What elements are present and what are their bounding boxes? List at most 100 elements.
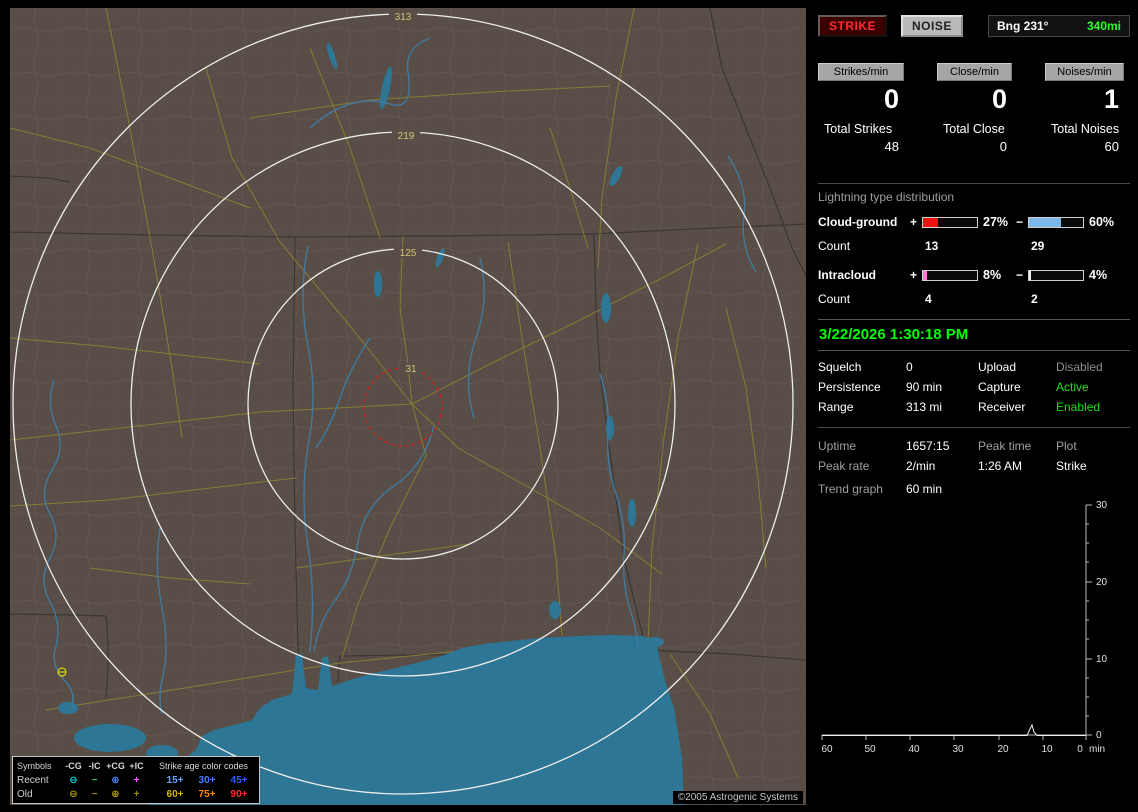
persistence-value: 90 min	[906, 380, 943, 394]
trend-strike-trace	[822, 723, 1086, 736]
peak-time-label: Peak time	[978, 439, 1032, 453]
total-close-label: Total Close	[943, 122, 1005, 136]
rate-headers: Strikes/min Close/min Noises/min	[818, 63, 1130, 81]
strikes-per-min-header: Strikes/min	[818, 63, 904, 81]
status-panel: STRIKE NOISE Bng 231° 340mi Strikes/min …	[818, 0, 1130, 812]
intracloud-row: Intracloud + 8% − 4%	[818, 268, 1130, 282]
peak-rate-label: Peak rate	[818, 459, 870, 473]
cloud-ground-row: Cloud-ground + 27% − 60%	[818, 215, 1130, 229]
count-label: Count	[818, 292, 851, 306]
noise-tab[interactable]: NOISE	[901, 15, 963, 37]
capture-label: Capture	[978, 380, 1021, 394]
total-values: 48 0 60	[818, 139, 1130, 154]
upload-label: Upload	[978, 360, 1017, 374]
cg-minus-bar-fill	[1029, 217, 1062, 227]
strikes-per-min-value: 0	[883, 84, 899, 114]
legend-age-header: Strike age color codes	[159, 761, 249, 771]
legend-symbol-ic-plus-recent: +	[133, 774, 140, 786]
ic-minus-count: 2	[1031, 292, 1038, 306]
legend-age-30: 30+	[198, 774, 216, 786]
peak-rate-value: 2/min	[906, 459, 936, 473]
x-tick-0: 0	[1077, 744, 1083, 755]
legend-type-header: -CG	[65, 761, 82, 771]
total-strikes-value: 48	[884, 139, 899, 154]
legend-row-label: Recent	[17, 774, 49, 786]
range-label-219: 219	[398, 131, 415, 142]
trend-window-value: 60 min	[906, 482, 943, 496]
ic-plus-bar	[922, 269, 978, 281]
total-close-value: 0	[999, 139, 1007, 154]
cloud-ground-count-row: Count 13 29	[818, 239, 1130, 253]
cloud-ground-label: Cloud-ground	[818, 215, 898, 229]
capture-status: Active	[1056, 380, 1089, 394]
ic-minus-bar	[1028, 269, 1084, 281]
peak-time-value: 1:26 AM	[978, 459, 1023, 473]
plus-sign: +	[910, 268, 918, 282]
x-tick-40: 40	[908, 744, 920, 755]
trend-graph: 30 20 10 0 60 50 40 30 20 10 0 min	[821, 500, 1108, 755]
count-label: Count	[818, 239, 851, 253]
legend-symbol-cg-minus-old: ⊖	[69, 788, 78, 800]
upload-status: Disabled	[1056, 360, 1103, 374]
rate-values: 0 0 1	[818, 85, 1130, 113]
bearing-display: Bng 231° 340mi	[988, 15, 1130, 37]
legend-symbol-ic-minus-old: −	[91, 788, 98, 800]
bearing-range: 340mi	[1086, 19, 1121, 33]
squelch-value: 0	[906, 360, 913, 374]
legend-symbol-cg-minus-recent: ⊖	[69, 774, 78, 786]
total-labels: Total Strikes Total Close Total Noises	[818, 122, 1130, 136]
legend-type-header: -IC	[88, 761, 101, 771]
y-tick-0: 0	[1096, 730, 1102, 741]
legend-row-label: Old	[17, 788, 33, 800]
x-tick-30: 30	[952, 744, 964, 755]
persistence-label: Persistence	[818, 380, 881, 394]
receiver-status: Enabled	[1056, 400, 1101, 414]
app-window: 313 219 125 31 Symbols -CG -IC +CG +IC S…	[0, 0, 1138, 812]
plot-value: Strike	[1056, 459, 1087, 473]
divider	[818, 183, 1130, 184]
strike-tab[interactable]: STRIKE	[818, 15, 888, 37]
minus-sign: −	[1016, 215, 1024, 229]
legend-symbol-cg-plus-old: ⊕	[111, 788, 120, 800]
minus-sign: −	[1016, 268, 1024, 282]
y-tick-20: 20	[1096, 577, 1108, 588]
trend-graph-label: Trend graph	[818, 482, 883, 496]
noises-per-min-value: 1	[1103, 84, 1119, 114]
squelch-label: Squelch	[818, 360, 862, 374]
legend-symbols-header: Symbols	[17, 761, 52, 771]
x-tick-20: 20	[997, 744, 1009, 755]
bearing-label: Bng 231°	[997, 19, 1049, 33]
ic-plus-bar-fill	[923, 270, 928, 280]
map-legend: Symbols -CG -IC +CG +IC Strike age color…	[12, 756, 260, 804]
legend-type-header: +IC	[129, 761, 144, 771]
cg-minus-pct: 60%	[1089, 215, 1115, 229]
ic-minus-pct: 4%	[1089, 268, 1108, 282]
panel-top-row: STRIKE NOISE Bng 231° 340mi	[818, 15, 1130, 37]
close-per-min-header: Close/min	[937, 63, 1012, 81]
intracloud-count-row: Count 4 2	[818, 292, 1130, 306]
range-value: 313 mi	[906, 400, 943, 414]
map-svg: 313 219 125 31	[10, 8, 806, 805]
copyright-text: ©2005 Astrogenic Systems	[672, 791, 803, 804]
cg-plus-count: 13	[925, 239, 939, 253]
receiver-label: Receiver	[978, 400, 1026, 414]
legend-symbol-ic-plus-old: +	[133, 788, 140, 800]
lightning-map[interactable]: 313 219 125 31 Symbols -CG -IC +CG +IC S…	[10, 8, 806, 805]
cg-plus-bar	[922, 216, 978, 228]
range-label-125: 125	[400, 248, 417, 259]
ic-plus-pct: 8%	[983, 268, 1002, 282]
range-label-31: 31	[405, 364, 417, 375]
x-axis-unit: min	[1089, 744, 1105, 755]
x-tick-60: 60	[821, 744, 833, 755]
y-tick-30: 30	[1096, 500, 1108, 511]
range-label-313: 313	[395, 12, 412, 23]
cg-minus-count: 29	[1031, 239, 1045, 253]
intracloud-label: Intracloud	[818, 268, 877, 282]
range-label: Range	[818, 400, 854, 414]
stats-grid: Uptime 1657:15 Peak time Plot Peak rate …	[818, 439, 1130, 473]
ic-minus-bar-fill	[1029, 270, 1032, 280]
trend-graph-header: Trend graph 60 min	[818, 482, 1130, 496]
legend-age-45: 45+	[230, 774, 248, 786]
total-noises-label: Total Noises	[1051, 122, 1120, 136]
legend-symbol-cg-plus-recent: ⊕	[111, 774, 120, 786]
